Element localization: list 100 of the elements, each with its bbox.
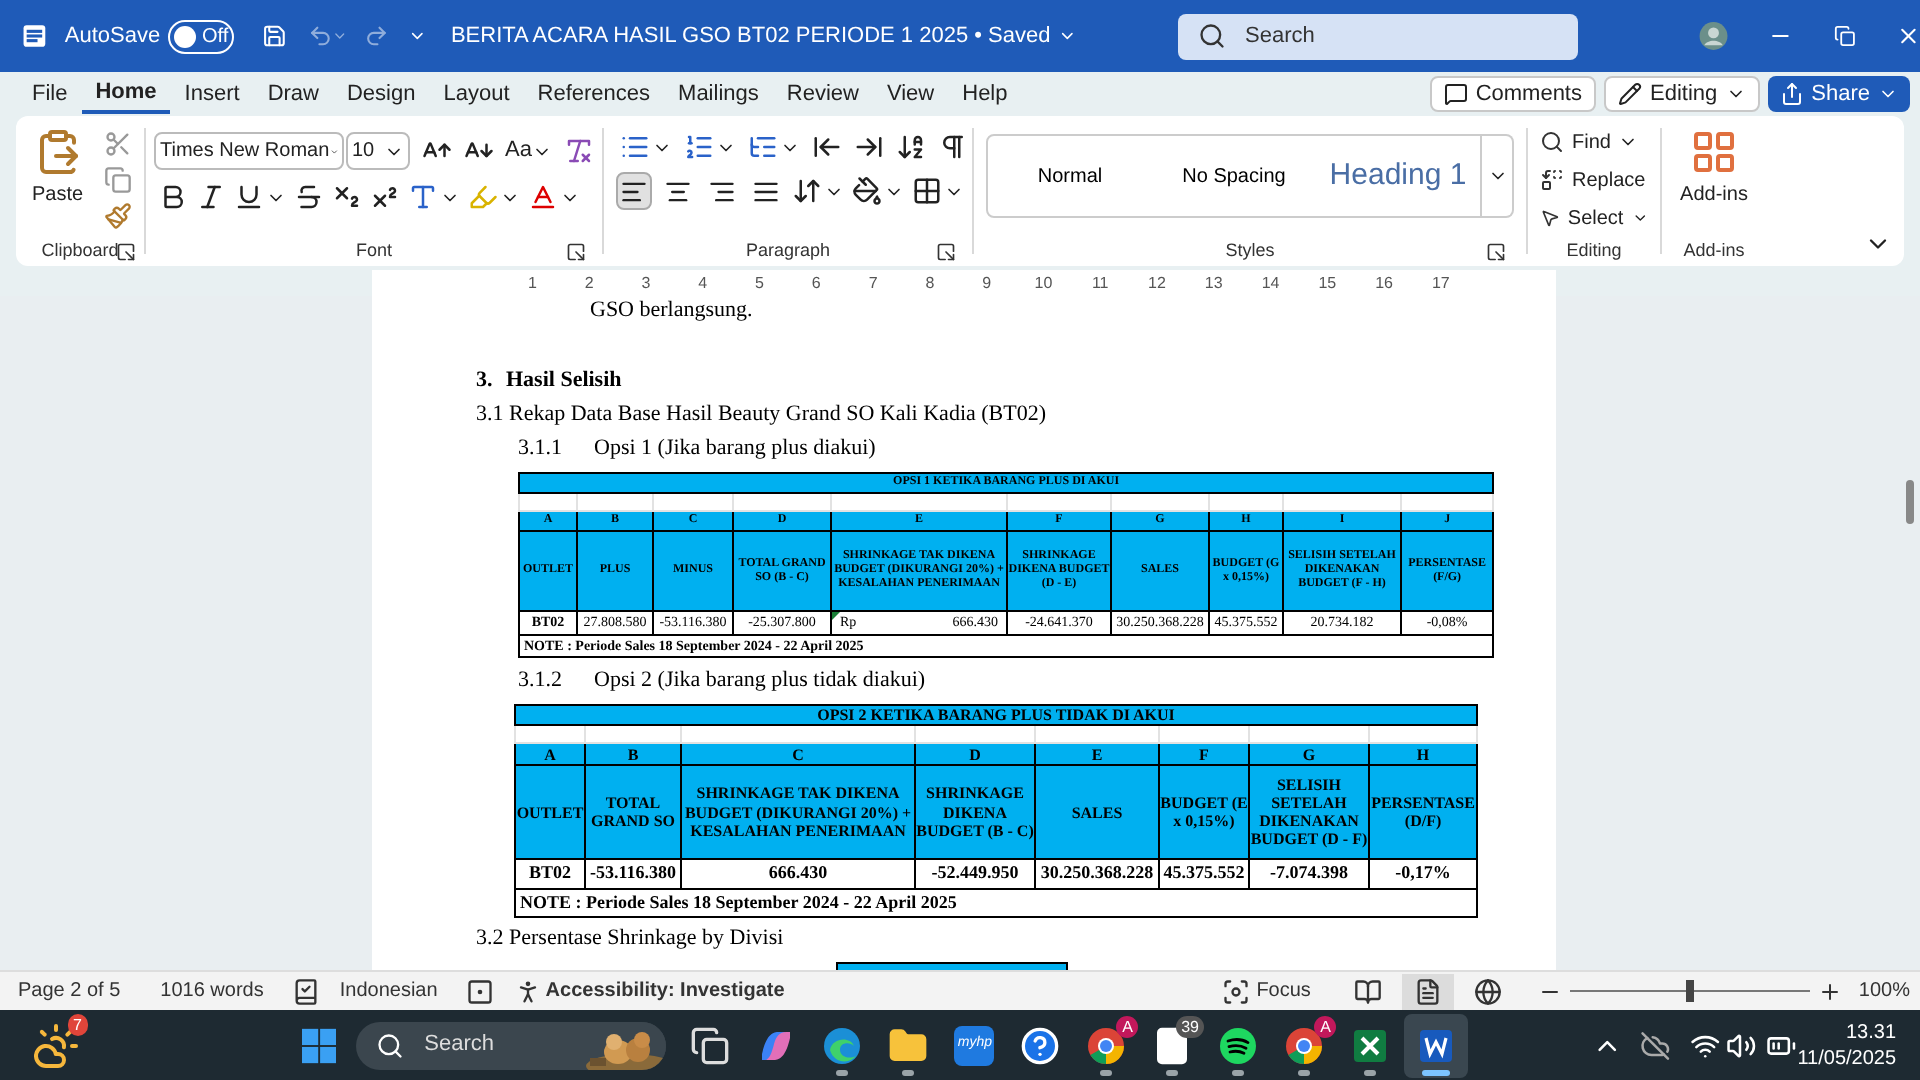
menu-tab[interactable]: Mailings <box>664 74 773 114</box>
taskbar-app-button[interactable]: 39 <box>1140 1013 1205 1077</box>
ruler-number: 12 <box>1146 271 1168 295</box>
font-size: 10 <box>352 138 375 166</box>
group-label: Font <box>355 238 392 265</box>
column-letter: A <box>515 743 585 766</box>
share-button[interactable]: Share <box>1767 76 1910 112</box>
ruler-number: 6 <box>809 271 823 295</box>
subsection-number: 3.1.1 <box>518 434 564 464</box>
focus-button[interactable]: Focus <box>1222 976 1311 1006</box>
add-ins-button[interactable]: Add-ins <box>1662 128 1766 210</box>
group-label: Add-ins <box>1683 238 1745 265</box>
ruler-number: 11 <box>1089 271 1111 295</box>
menu-tab[interactable]: Review <box>772 74 873 114</box>
badge: A <box>1314 1015 1337 1037</box>
style-item[interactable]: No Spacing <box>1152 161 1316 191</box>
column-letter: C <box>681 743 915 766</box>
menu-tab[interactable]: Insert <box>170 74 254 114</box>
ruler-number: 8 <box>923 271 937 295</box>
ruler-number: 15 <box>1316 271 1339 295</box>
style-item[interactable]: Heading 1 <box>1316 153 1480 199</box>
menu-tab[interactable]: View <box>872 74 949 114</box>
font-name-dropdown[interactable]: Times New Roman <box>154 132 344 170</box>
subsection-number: 3.1.2 <box>518 666 564 696</box>
menu-tab[interactable]: Help <box>948 74 1022 114</box>
document-title[interactable]: BERITA ACARA HASIL GSO BT02 PERIODE 1 2025 • Saved <box>450 19 1051 53</box>
section-heading: 3.2 Persentase Shrinkage by Divisi <box>476 924 786 955</box>
heading-text: Hasil Selisih <box>506 366 622 396</box>
badge: 39 <box>1175 1015 1205 1037</box>
table-title: OPSI 2 KETIKA BARANG PLUS TIDAK DI AKUI <box>515 705 1478 726</box>
notification-badge: 7 <box>67 1013 88 1035</box>
editing-button[interactable]: Editing <box>1604 76 1760 112</box>
group-label: Editing <box>1566 238 1622 265</box>
font-name: Times New Roman <box>160 138 330 166</box>
word-count[interactable]: 1016 words <box>160 976 264 1006</box>
taskbar-app-button[interactable]: A <box>1272 1013 1337 1077</box>
badge: A <box>1116 1015 1139 1037</box>
menu-tab[interactable]: File <box>18 74 82 114</box>
menu-tab[interactable]: Design <box>332 74 430 114</box>
clock-time[interactable]: 13.31 <box>1846 1019 1897 1045</box>
column-header: PERSENTASE (D/F) <box>1369 765 1478 860</box>
subsection-heading: Opsi 2 (Jika barang plus tidak diakui) <box>594 666 926 696</box>
ruler-number: 4 <box>696 271 710 295</box>
menu-tab[interactable]: Draw <box>253 74 333 114</box>
group-label: Styles <box>1225 238 1275 265</box>
menu-tab[interactable]: References <box>523 74 665 114</box>
column-header: BUDGET (E x 0,15%) <box>1159 765 1249 860</box>
find-button[interactable]: Find <box>1540 126 1648 158</box>
autosave-label: AutoSave <box>64 21 161 52</box>
ruler-number: 3 <box>639 271 653 295</box>
taskbar-app-button[interactable]: A <box>1074 1013 1139 1077</box>
comments-button[interactable]: Comments <box>1429 76 1596 112</box>
group-label: Paragraph <box>745 238 831 265</box>
menu-tab[interactable]: Layout <box>429 74 524 114</box>
search-placeholder: Search <box>1245 21 1315 52</box>
ruler-number: 9 <box>980 271 994 295</box>
heading-number: 3. <box>476 366 495 396</box>
ruler-number: 17 <box>1429 271 1452 295</box>
table-note: NOTE : Periode Sales 18 September 2024 - 22 April 2025 <box>515 888 1478 918</box>
font-size-dropdown[interactable]: 10 <box>346 132 410 170</box>
search-placeholder: Search <box>424 1030 495 1061</box>
language[interactable]: Indonesian <box>339 976 438 1006</box>
search-field[interactable]: Search <box>1177 13 1578 59</box>
table-cell: -52.449.950 <box>915 859 1035 889</box>
autosave-toggle[interactable]: Off <box>168 19 235 53</box>
column-header: TOTAL GRAND SO <box>585 765 681 860</box>
taskbar-search-field[interactable]: Search <box>356 1021 667 1069</box>
ruler-number: 7 <box>866 271 880 295</box>
ruler-number: 5 <box>753 271 766 295</box>
table-cell: -53.116.380 <box>585 859 681 889</box>
column-header: SHRINKAGE TAK DIKENA BUDGET (DIKURANGI 20%) + KESALAHAN PENERIMAAN <box>681 765 915 860</box>
ruler-number: 2 <box>582 271 596 295</box>
change-case-button[interactable]: Aa <box>505 134 552 168</box>
page-count[interactable]: Page 2 of 5 <box>18 976 121 1006</box>
group-label: Clipboard <box>41 238 119 265</box>
accessibility-status[interactable]: Accessibility: Investigate <box>545 976 785 1006</box>
column-header: SHRINKAGE DIKENA BUDGET (B - C) <box>915 765 1035 860</box>
subsection-heading: Opsi 1 (Jika barang plus diakui) <box>594 434 876 464</box>
column-header: OUTLET <box>515 765 585 860</box>
select-button[interactable]: Select <box>1540 202 1648 234</box>
table-cell: 666.430 <box>681 859 915 889</box>
style-item[interactable]: Normal <box>988 161 1152 191</box>
zoom-level[interactable]: 100% <box>1858 976 1910 1006</box>
section-heading: 3.1 Rekap Data Base Hasil Beauty Grand SO Kali Kadia (BT02) <box>476 400 1049 430</box>
column-header: SALES <box>1035 765 1159 860</box>
paste-button[interactable]: Paste <box>32 128 84 230</box>
ruler-number: 13 <box>1202 271 1225 295</box>
ruler-number: 16 <box>1373 271 1395 295</box>
table-cell: 30.250.368.228 <box>1035 859 1159 889</box>
replace-button[interactable]: Replace <box>1540 164 1648 196</box>
table-cell: BT02 <box>515 859 585 889</box>
table-cell: -7.074.398 <box>1249 859 1369 889</box>
ruler-number: 10 <box>1032 271 1055 295</box>
table-cell: 45.375.552 <box>1159 859 1249 889</box>
paragraph-text: GSO berlangsung. <box>590 296 755 324</box>
table-cell: -0,17% <box>1369 859 1478 889</box>
ruler-number: 1 <box>525 271 539 295</box>
clock-date[interactable]: 11/05/2025 <box>1797 1045 1897 1071</box>
ruler-number: 14 <box>1259 271 1282 295</box>
column-header: SELISIH SETELAH DIKENAKAN BUDGET (D - F) <box>1249 765 1369 860</box>
